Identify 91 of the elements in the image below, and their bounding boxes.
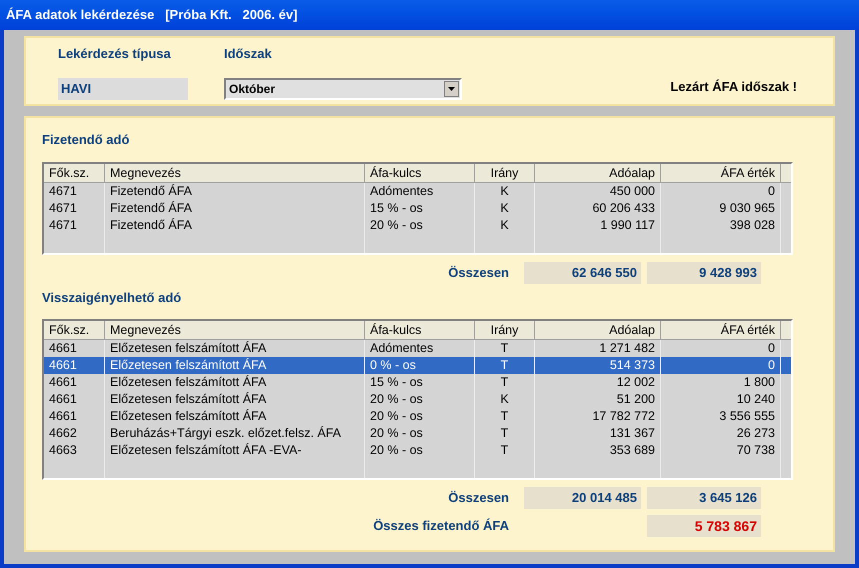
table-cell: Fizetendő ÁFA xyxy=(105,200,365,216)
table-cell: 4671 xyxy=(44,216,105,234)
table-row[interactable]: 4661 Előzetesen felszámított ÁFA 15 % - os T 12 002 1 800 xyxy=(44,374,791,391)
table-cell: 20 % - os xyxy=(365,442,475,459)
column-header[interactable]: Megnevezés xyxy=(105,164,365,182)
table-cell: 0 xyxy=(661,182,781,200)
total-value: 3 645 126 xyxy=(647,487,761,509)
total-value: 62 646 550 xyxy=(524,262,641,284)
table-cell: T xyxy=(475,408,535,425)
column-header[interactable]: Áfa-kulcs xyxy=(365,164,475,182)
table-cell: Adómentes xyxy=(365,182,475,200)
table-cell: 10 240 xyxy=(661,391,781,408)
table-cell: 70 738 xyxy=(661,442,781,459)
table-cell: 17 782 772 xyxy=(535,408,661,425)
table-cell: 4662 xyxy=(44,425,105,442)
column-header[interactable]: Megnevezés xyxy=(105,321,365,339)
window-title: ÁFA adatok lekérdezése [Próba Kft. 2006. év] xyxy=(6,6,298,24)
table-row[interactable]: 4661 Előzetesen felszámított ÁFA 20 % - os T 17 782 772 3 556 555 xyxy=(44,408,791,425)
table-cell: 4671 xyxy=(44,182,105,200)
type-value: HAVI xyxy=(58,78,188,100)
table-cell: K xyxy=(475,182,535,200)
table-cell: Előzetesen felszámított ÁFA xyxy=(105,391,365,408)
table-row[interactable]: 4671 Fizetendő ÁFA 15 % - os K 60 206 433 9 030 965 xyxy=(44,200,791,216)
column-header[interactable]: Fők.sz. xyxy=(44,164,105,182)
total-label: Összes fizetendő ÁFA xyxy=(372,517,510,536)
table-row[interactable]: 4662 Beruházás+Tárgyi eszk. előzet.felsz. ÁFA 20 % - os T 131 367 26 273 xyxy=(44,425,791,442)
table-cell: Előzetesen felszámított ÁFA xyxy=(105,374,365,391)
table-cell: 4661 xyxy=(44,357,105,374)
table-cell: T xyxy=(475,442,535,459)
column-header[interactable]: Adóalap xyxy=(535,164,661,182)
table-cell: K xyxy=(475,216,535,234)
table-cell: 4663 xyxy=(44,442,105,459)
table-cell: 4661 xyxy=(44,374,105,391)
table-cell: Fizetendő ÁFA xyxy=(105,216,365,234)
table-row[interactable]: 4671 Fizetendő ÁFA 20 % - os K 1 990 117 398 028 xyxy=(44,216,791,234)
table-cell: 514 373 xyxy=(535,357,661,374)
table-cell: 15 % - os xyxy=(365,200,475,216)
table-cell: 4671 xyxy=(44,200,105,216)
table-cell: 15 % - os xyxy=(365,374,475,391)
table-cell: 0 xyxy=(661,357,781,374)
table-row[interactable]: 4663 Előzetesen felszámított ÁFA -EVA- 20 % - os T 353 689 70 738 xyxy=(44,442,791,459)
section-title: Fizetendő adó xyxy=(42,131,130,149)
total-value: 9 428 993 xyxy=(647,262,761,284)
table-cell: 12 002 xyxy=(535,374,661,391)
table-cell: T xyxy=(475,374,535,391)
table-cell: 131 367 xyxy=(535,425,661,442)
table-row[interactable]: 4671 Fizetendő ÁFA Adómentes K 450 000 0 xyxy=(44,182,791,200)
table-cell: Fizetendő ÁFA xyxy=(105,182,365,200)
column-header[interactable]: Fők.sz. xyxy=(44,321,105,339)
table-cell: Előzetesen felszámított ÁFA xyxy=(105,408,365,425)
table-cell: 20 % - os xyxy=(365,391,475,408)
table-cell: K xyxy=(475,200,535,216)
table-cell: 60 206 433 xyxy=(535,200,661,216)
table-cell: 4661 xyxy=(44,408,105,425)
table-cell: 398 028 xyxy=(661,216,781,234)
table-cell: 450 000 xyxy=(535,182,661,200)
table-cell: 1 800 xyxy=(661,374,781,391)
table-cell: 1 990 117 xyxy=(535,216,661,234)
table-cell: T xyxy=(475,357,535,374)
total-label: Összesen xyxy=(447,489,510,508)
column-header[interactable]: ÁFA érték xyxy=(661,321,781,339)
table-cell: 4661 xyxy=(44,391,105,408)
table-cell: 20 % - os xyxy=(365,216,475,234)
table-cell: 3 556 555 xyxy=(661,408,781,425)
total-value: 20 014 485 xyxy=(524,487,641,509)
type-label: Lekérdezés típusa xyxy=(58,45,172,63)
table-cell: 20 % - os xyxy=(365,425,475,442)
table-cell: 353 689 xyxy=(535,442,661,459)
table-cell: 51 200 xyxy=(535,391,661,408)
section-title: Visszaigényelhető adó xyxy=(42,288,182,307)
table-cell: 0 % - os xyxy=(365,357,475,374)
table-row[interactable]: 4661 Előzetesen felszámított ÁFA 0 % - os T 514 373 0 xyxy=(44,357,791,374)
column-header[interactable]: ÁFA érték xyxy=(661,164,781,182)
table-cell: Előzetesen felszámított ÁFA xyxy=(105,357,365,374)
table-row[interactable]: 4661 Előzetesen felszámított ÁFA 20 % - os K 51 200 10 240 xyxy=(44,391,791,408)
period-label: Időszak xyxy=(224,45,273,63)
total-label: Összesen xyxy=(447,264,510,282)
grand-total-value: 5 783 867 xyxy=(647,515,761,537)
table-cell: 20 % - os xyxy=(365,408,475,425)
table-cell: 9 030 965 xyxy=(661,200,781,216)
table-cell: T xyxy=(475,425,535,442)
column-header[interactable]: Adóalap xyxy=(535,321,661,339)
column-header[interactable]: Áfa-kulcs xyxy=(365,321,475,339)
table-cell: Beruházás+Tárgyi eszk. előzet.felsz. ÁFA xyxy=(105,425,365,442)
status-text: Lezárt ÁFA időszak ! xyxy=(670,78,797,96)
column-header[interactable]: Irány xyxy=(475,321,535,339)
table-cell: 26 273 xyxy=(661,425,781,442)
table-cell: K xyxy=(475,391,535,408)
table-cell: Előzetesen felszámított ÁFA -EVA- xyxy=(105,442,365,459)
period-dropdown[interactable]: Október xyxy=(224,78,462,100)
column-header[interactable]: Irány xyxy=(475,164,535,182)
